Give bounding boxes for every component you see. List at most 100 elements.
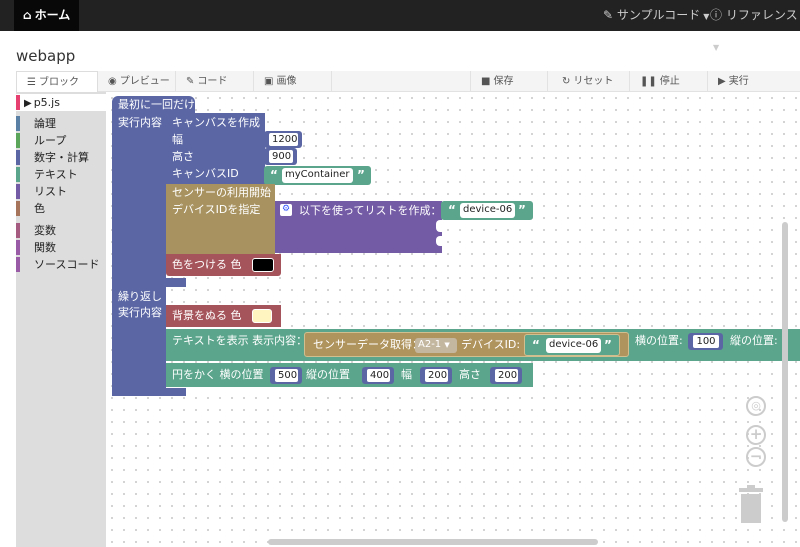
- toolbox-item-text[interactable]: テキスト: [16, 166, 106, 183]
- sensor-start-label: センサーの利用開始: [172, 186, 271, 199]
- tab-blocks-label: ブロック: [38, 77, 79, 88]
- reference-menu[interactable]: ⓘ リファレンス ▼: [710, 0, 800, 52]
- stop-button[interactable]: ❚❚ 停止: [630, 71, 708, 92]
- device-id-set-label: デバイスIDを指定: [172, 203, 261, 216]
- tab-preview[interactable]: ◉ プレビュー: [98, 71, 176, 92]
- toolbox-item-p5js[interactable]: ▶ p5.js: [16, 94, 106, 111]
- toolbox-item-loop[interactable]: ループ: [16, 132, 106, 149]
- device-field[interactable]: device-06: [546, 338, 602, 353]
- sensor-select-value: A2-1: [418, 339, 442, 350]
- category-label: リスト: [34, 185, 67, 198]
- color-swatch[interactable]: [252, 258, 274, 272]
- tab-blocks[interactable]: ☰ ブロック: [16, 71, 98, 92]
- toolbox: ▶ p5.js 論理 ループ 数字・計算 テキスト リスト 色 変数 関数 ソース…: [16, 92, 106, 547]
- circle-y-label: 縦の位置: [306, 368, 350, 381]
- category-label: p5.js: [33, 96, 60, 109]
- circle-w-label: 幅: [401, 368, 412, 381]
- home-button[interactable]: ⌂ ホーム: [14, 0, 80, 31]
- category-swatch: [16, 201, 20, 216]
- tab-code-label: コード: [197, 76, 228, 87]
- category-swatch: [16, 240, 20, 255]
- reference-label: リファレンス: [725, 8, 798, 22]
- home-icon: ⌂: [23, 8, 32, 22]
- category-swatch: [16, 150, 20, 165]
- category-label: 論理: [34, 117, 56, 130]
- category-label: 関数: [34, 241, 56, 254]
- save-icon: ■: [481, 76, 491, 87]
- image-icon: ▣: [264, 76, 274, 87]
- toolbox-item-source-code[interactable]: ソースコード: [16, 256, 106, 273]
- sensor-select[interactable]: A2-1 ▼: [415, 338, 457, 353]
- pause-icon: ❚❚: [640, 76, 657, 87]
- tab-bar: ☰ ブロック ◉ プレビュー ✎ コード ▣ 画像 ■ 保存 ↻ リセット ❚❚ 停止 ▶ 実行: [16, 71, 800, 92]
- color-swatch[interactable]: [252, 309, 272, 323]
- tab-code[interactable]: ✎ コード: [176, 71, 254, 92]
- tab-image-label: 画像: [276, 76, 297, 87]
- play-icon: ▶: [718, 76, 726, 87]
- background-label: 背景をぬる 色: [172, 309, 242, 322]
- tab-image[interactable]: ▣ 画像: [254, 71, 332, 92]
- toolbox-item-logic[interactable]: 論理: [16, 115, 106, 132]
- width-label: 幅: [172, 133, 183, 146]
- canvas-height-field[interactable]: 900: [268, 149, 294, 164]
- loop-exec-label: 実行内容: [118, 306, 162, 319]
- device-id-label: デバイスID:: [461, 338, 521, 351]
- category-label: ループ: [34, 134, 67, 147]
- circle-h-label: 高さ: [459, 368, 481, 381]
- category-label: テキスト: [34, 168, 78, 181]
- circle-x-field[interactable]: 500: [274, 368, 299, 383]
- sample-code-menu[interactable]: ✎ サンプルコード ▼: [603, 0, 709, 31]
- quote-open-icon: “: [448, 203, 456, 217]
- category-swatch: [16, 167, 20, 182]
- category-swatch: [16, 257, 20, 272]
- category-swatch: [16, 116, 20, 131]
- toolbox-item-list[interactable]: リスト: [16, 183, 106, 200]
- canvas-id-label: キャンバスID: [172, 167, 239, 180]
- category-swatch: [16, 184, 20, 199]
- quote-open-icon: “: [532, 338, 540, 352]
- reset-button[interactable]: ↻ リセット: [548, 71, 630, 92]
- recenter-icon[interactable]: ◎: [746, 396, 766, 416]
- category-label: 色: [34, 202, 45, 215]
- toolbox-item-math[interactable]: 数字・計算: [16, 149, 106, 166]
- trash-icon[interactable]: [737, 485, 765, 523]
- height-label: 高さ: [172, 150, 194, 163]
- container-field[interactable]: myContainer: [282, 168, 353, 183]
- tab-preview-label: プレビュー: [119, 76, 170, 87]
- category-swatch: [16, 223, 20, 238]
- home-label: ホーム: [34, 8, 71, 22]
- eye-icon: ◉: [108, 76, 117, 87]
- circle-y-field[interactable]: 400: [366, 368, 391, 383]
- toolbox-item-functions[interactable]: 関数: [16, 239, 106, 256]
- save-label: 保存: [493, 76, 514, 87]
- device-field[interactable]: device-06: [460, 203, 516, 218]
- sensor-get-label: センサーデータ取得：: [313, 338, 423, 351]
- fill-label: 色をつける 色: [172, 258, 242, 271]
- zoom-in-icon[interactable]: +: [746, 425, 766, 445]
- run-button[interactable]: ▶ 実行: [708, 71, 800, 92]
- sample-code-label: サンプルコード: [616, 8, 701, 22]
- save-button[interactable]: ■ 保存: [470, 71, 548, 92]
- category-label: ソースコード: [34, 258, 100, 271]
- vertical-scrollbar[interactable]: [782, 222, 788, 522]
- toolbox-item-variables[interactable]: 変数: [16, 222, 106, 239]
- gear-icon[interactable]: ⚙: [280, 204, 292, 216]
- canvas-width-field[interactable]: 1200: [268, 132, 299, 147]
- list-input-notch: [436, 236, 446, 246]
- list-icon: ☰: [27, 77, 36, 88]
- category-swatch: [16, 95, 20, 110]
- category-label: 変数: [34, 224, 56, 237]
- info-icon: ⓘ: [710, 8, 723, 22]
- setup-label: 最初に一回だけ: [118, 98, 195, 111]
- horizontal-scrollbar[interactable]: [268, 539, 598, 545]
- refresh-icon: ↻: [562, 76, 571, 87]
- quote-open-icon: “: [270, 168, 278, 182]
- list-input-notch: [436, 220, 446, 232]
- quote-close-icon: ”: [518, 203, 526, 217]
- toolbox-item-color[interactable]: 色: [16, 200, 106, 217]
- caret-down-icon: ▼: [713, 43, 720, 52]
- circle-h-field[interactable]: 200: [494, 368, 519, 383]
- x-pos-field[interactable]: 100: [692, 334, 720, 349]
- zoom-out-icon[interactable]: −: [746, 447, 766, 467]
- circle-w-field[interactable]: 200: [424, 368, 449, 383]
